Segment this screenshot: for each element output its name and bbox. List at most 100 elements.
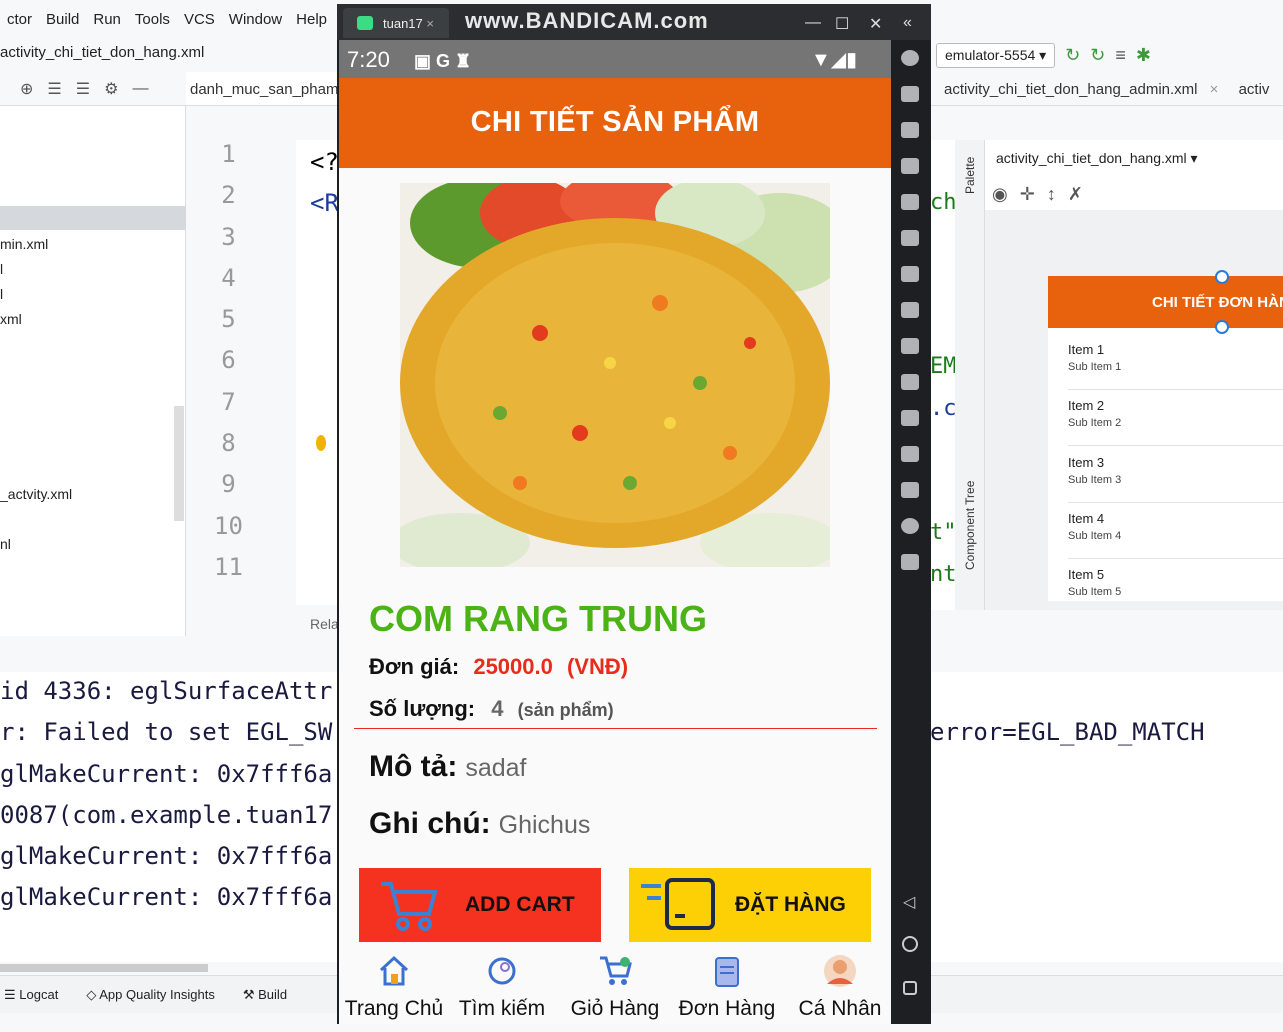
resize-icon[interactable]: ↕ [1047,184,1068,204]
editor-tab[interactable]: danh_muc_san_pham.x [186,72,340,106]
nav-home[interactable]: Trang Chủ [339,946,449,1024]
device-icon[interactable] [901,446,919,462]
logcat-tab[interactable]: ☰ Logcat [4,987,58,1003]
tree-item[interactable]: _actvity.xml [0,486,72,502]
maximize-icon[interactable]: ☐ [835,14,849,34]
line-number: 9 [221,470,236,499]
constraint-handle[interactable] [1215,320,1229,334]
close-icon[interactable]: ✕ [869,14,882,34]
minimize-icon[interactable]: — [132,80,148,98]
place-order-button[interactable]: ĐẶT HÀNG [629,868,871,942]
code-editor[interactable]: <? <R [296,140,340,605]
line-number: 6 [221,346,236,375]
tree-item[interactable]: min.xml [0,236,48,252]
folder-icon[interactable] [901,482,919,498]
component-tree-tab[interactable]: Component Tree [963,470,977,570]
location-icon[interactable] [901,518,919,534]
app-quality-tab[interactable]: ◇ App Quality Insights [86,987,215,1003]
rerun-icon[interactable]: ↻ [1065,45,1080,66]
overview-icon[interactable] [903,981,917,995]
nav-cart[interactable]: Giỏ Hàng [560,946,670,1024]
collapse-icon[interactable]: « [903,14,912,32]
back-icon[interactable]: ◁ [903,892,915,912]
list-icon[interactable]: ≡ [1115,45,1126,66]
menu-item-run[interactable]: Run [86,11,128,28]
log-line: r: Failed to set EGL_SW [0,718,333,746]
keyboard-icon[interactable] [901,86,919,102]
volume-down-icon[interactable] [901,158,919,174]
partial-code: ch EM .c t" nt [930,190,957,587]
list-item[interactable]: Item 2 Sub Item 2 [1068,398,1283,446]
menu-item-vcs[interactable]: VCS [177,11,222,28]
device-select[interactable]: emulator-5554 ▾ [936,42,1056,68]
screenshot-icon[interactable] [901,194,919,210]
palette-strip: Palette Component Tree [955,140,985,610]
menu-item-window[interactable]: Window [222,11,289,28]
menu-item-tools[interactable]: Tools [128,11,177,28]
cut-icon[interactable] [901,338,919,354]
breadcrumb-relative: Rela [310,616,339,632]
apk-icon[interactable] [901,302,919,318]
line-number: 3 [221,222,236,251]
menu-bar: ctor Build Run Tools VCS Window Help [0,0,340,38]
debug-icon[interactable]: ✱ [1136,45,1151,66]
power-icon[interactable] [901,50,919,66]
search-icon [488,957,516,985]
copy-icon[interactable] [901,554,919,570]
constraint-handle[interactable] [1215,270,1229,284]
log-line: id 4336: eglSurfaceAttr [0,677,333,705]
target-icon[interactable]: ⊕ [20,79,33,99]
list-item[interactable]: Item 5 Sub Item 5 [1068,567,1283,601]
apply-changes-icon[interactable]: ↻ [1090,45,1105,66]
nav-search[interactable]: Tìm kiếm [447,946,557,1024]
lightbulb-icon[interactable] [316,435,326,451]
log-line: 0087(com.example.tuan17 [0,801,333,829]
build-tab[interactable]: ⚒ Build [243,987,287,1003]
list-item[interactable]: Item 3 Sub Item 3 [1068,455,1283,503]
list-item[interactable]: Item 1 Sub Item 1 [1068,342,1283,390]
nav-orders[interactable]: Đơn Hàng [672,946,782,1024]
product-name: COM RANG TRUNG [369,598,707,639]
project-tree: min.xml l l xml _actvity.xml nl [0,106,186,636]
collapse-icon[interactable]: ☰ [76,79,90,99]
note-value: Ghichus [498,811,591,839]
minimize-icon[interactable]: — [805,14,821,32]
nav-profile[interactable]: Cá Nhân [785,946,891,1024]
clipboard-icon [715,957,739,987]
menu-item-ctor[interactable]: ctor [0,11,39,28]
volume-up-icon[interactable] [901,122,919,138]
tree-item[interactable]: l [0,286,3,302]
selected-row[interactable] [0,206,186,230]
tree-item[interactable]: nl [0,536,11,552]
add-cart-button[interactable]: ADD CART [359,868,601,942]
tree-item[interactable]: xml [0,311,22,327]
snapshot-icon[interactable] [901,410,919,426]
close-icon: × [1209,81,1219,98]
camera-icon[interactable] [901,266,919,282]
design-file-select[interactable]: activity_chi_tiet_don_hang.xml ▾ [996,150,1198,167]
tree-item[interactable]: l [0,261,3,277]
line-number: 5 [221,305,236,334]
tree-scrollbar[interactable] [174,406,184,521]
project-toolbar: ⊕ ☰ ☰ ⚙ — [0,72,186,106]
divider [354,728,877,729]
menu-item-build[interactable]: Build [39,11,86,28]
preview-title[interactable]: CHI TIẾT ĐƠN HÀN [1048,276,1283,328]
list-item[interactable]: Item 4 Sub Item 4 [1068,511,1283,559]
gear-icon[interactable]: ⚙ [104,79,118,99]
expand-icon[interactable]: ☰ [47,79,61,99]
breadcrumb-file[interactable]: activity_chi_tiet_don_hang.xml [0,44,204,61]
price-unit: (VNĐ) [566,654,629,679]
emulator-tab[interactable]: tuan17 × [343,8,449,38]
home-icon[interactable] [902,936,918,952]
eye-icon[interactable]: ◉ [992,184,1020,204]
menu-item-help[interactable]: Help [289,11,334,28]
editor-tab-admin[interactable]: activity_chi_tiet_don_hang_admin.xml × a… [930,72,1283,106]
move-icon[interactable]: ✛ [1020,184,1047,204]
line-number: 8 [221,429,236,458]
rotate-icon[interactable] [901,230,919,246]
palette-tab[interactable]: Palette [963,154,977,194]
record-icon[interactable] [901,374,919,390]
magnet-icon[interactable]: ✗ [1068,184,1095,204]
log-scrollbar[interactable] [0,964,208,972]
